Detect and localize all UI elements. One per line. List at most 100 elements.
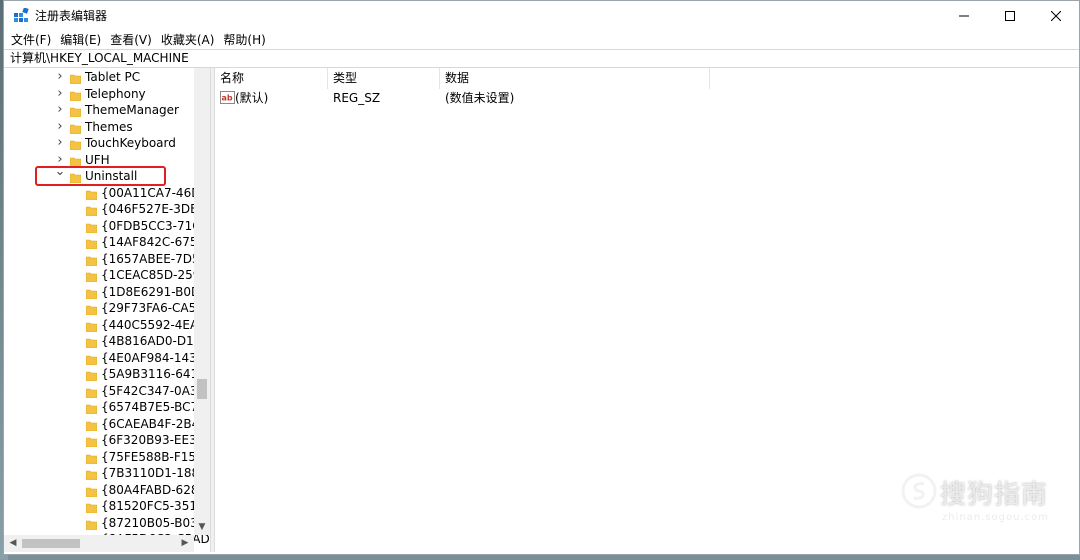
tree-subkey-item[interactable]: {1657ABEE-7D56- (4, 251, 210, 268)
tree-subkey-label: {6CAEAB4F-2B43 (101, 416, 207, 431)
folder-icon (85, 353, 98, 365)
folder-icon (69, 155, 82, 167)
scroll-right-arrow-icon[interactable]: ▶ (178, 536, 192, 550)
column-header-name[interactable]: 名称 (215, 68, 328, 89)
value-name: (默认) (235, 91, 269, 105)
menu-edit[interactable]: 编辑(E) (60, 31, 101, 48)
minimize-icon (959, 15, 969, 16)
tree-item[interactable]: › Telephony (4, 86, 194, 103)
tree-subkey-item[interactable]: {87210B05-B03F- (4, 515, 209, 532)
folder-icon (85, 452, 98, 464)
folder-icon (85, 254, 98, 266)
tree-vertical-scrollbar[interactable]: ▼ (194, 68, 210, 535)
tree-item-label: Telephony (85, 86, 146, 101)
tree-subkey-item[interactable]: {80A4FABD-6281 (4, 482, 206, 499)
menu-bar: 文件(F) 编辑(E) 查看(V) 收藏夹(A) 帮助(H) (4, 30, 1079, 49)
folder-icon (85, 270, 98, 283)
tree-subkey-item[interactable]: {0FDB5CC3-71C0 (4, 218, 208, 235)
tree-subkey-item[interactable]: {5A9B3116-6412- (4, 366, 210, 383)
key-tree-pane[interactable]: › Tablet PC › Telephony › ThemeManager › Themes… (4, 68, 210, 552)
maximize-button[interactable] (987, 1, 1033, 30)
menu-view[interactable]: 查看(V) (110, 31, 152, 48)
tree-subkey-item[interactable]: {4E0AF984-1437- (4, 350, 209, 367)
folder-icon (85, 188, 98, 200)
tree-subkey-label: {4E0AF984-1437- (101, 350, 209, 365)
tree-subkey-item[interactable]: {6F320B93-EE3C- (4, 432, 209, 449)
chevron-right-icon[interactable]: › (55, 69, 65, 85)
watermark: 搜狗指南 zhinan.sogou.com (900, 472, 1060, 532)
registry-editor-icon (13, 6, 29, 24)
tree-horizontal-scrollbar[interactable]: ◀ ▶ (4, 535, 194, 552)
folder-icon (85, 204, 98, 217)
folder-icon (69, 122, 82, 134)
tree-item[interactable]: › Themes (4, 119, 194, 136)
minimize-button[interactable] (941, 1, 987, 30)
chevron-right-icon[interactable]: › (55, 102, 65, 118)
column-header-data[interactable]: 数据 (440, 68, 710, 89)
chevron-right-icon[interactable]: › (55, 86, 65, 102)
column-header-type[interactable]: 类型 (328, 68, 440, 89)
tree-subkey-label: {87210B05-B03F- (101, 515, 209, 530)
tree-subkey-item[interactable]: {440C5592-4EA5- (4, 317, 210, 334)
folder-icon (85, 518, 98, 530)
string-value-icon: ab (220, 91, 235, 104)
tree-subkey-item[interactable]: {6CAEAB4F-2B43 (4, 416, 207, 433)
close-icon (1051, 10, 1061, 21)
value-type: REG_SZ (333, 91, 381, 105)
folder-icon (85, 287, 98, 299)
tree-subkey-item[interactable]: {5F42C347-0A33- (4, 383, 210, 400)
folder-icon (85, 501, 98, 514)
folder-icon (85, 369, 98, 382)
scroll-down-arrow-icon[interactable]: ▼ (195, 520, 209, 534)
chevron-right-icon[interactable]: › (55, 135, 65, 151)
tree-subkey-label: {0FDB5CC3-71C0 (101, 218, 209, 233)
tree-subkey-item[interactable]: {81520FC5-3518- (4, 498, 209, 515)
tree-subkey-item[interactable]: {4B816AD0-D12B (4, 333, 210, 350)
title-bar: 注册表编辑器 (4, 1, 1079, 30)
tree-subkey-item[interactable]: {7B3110D1-1884- (4, 465, 210, 482)
value-data: (数值未设置) (445, 91, 515, 105)
folder-icon (85, 419, 98, 431)
watermark-url: zhinan.sogou.com (942, 512, 1050, 523)
key-tree: › Tablet PC › Telephony › ThemeManager › Themes… (4, 69, 210, 548)
menu-file[interactable]: 文件(F) (11, 31, 51, 48)
tree-subkey-item[interactable]: {75FE588B-F158- (4, 449, 208, 466)
tree-item-label: Themes (85, 119, 133, 134)
close-button[interactable] (1033, 1, 1079, 30)
tree-subkey-item[interactable]: {1CEAC85D-2590 (4, 267, 208, 284)
tree-vertical-scroll-thumb[interactable] (197, 379, 207, 399)
tree-subkey-item[interactable]: {29F73FA6-CA54- (4, 300, 208, 317)
tree-subkey-label: {1D8E6291-B0D5 (101, 284, 208, 299)
folder-icon (85, 468, 98, 481)
tree-subkey-label: {1CEAC85D-2590 (101, 268, 208, 282)
folder-icon (85, 402, 98, 415)
folder-icon (69, 138, 82, 151)
folder-icon (85, 485, 98, 497)
tree-item-label: TouchKeyboard (85, 136, 176, 150)
tree-subkey-label: {00A11CA7-46D0 (101, 185, 209, 200)
tree-item-label: ThemeManager (85, 103, 179, 117)
folder-icon (85, 435, 98, 448)
tree-subkey-label: {81520FC5-3518- (101, 499, 209, 513)
address-bar[interactable]: 计算机\HKEY_LOCAL_MACHINE (4, 49, 1079, 68)
folder-icon (85, 336, 98, 349)
tree-horizontal-scroll-thumb[interactable] (22, 539, 80, 548)
menu-help[interactable]: 帮助(H) (223, 31, 265, 48)
tree-subkey-item[interactable]: {6574B7E5-BC77- (4, 399, 210, 416)
scroll-left-arrow-icon[interactable]: ◀ (6, 536, 20, 550)
menu-favorites[interactable]: 收藏夹(A) (161, 31, 215, 48)
tree-item[interactable]: › TouchKeyboard (4, 135, 194, 152)
tree-subkey-item[interactable]: {046F527E-3DE6- (4, 201, 210, 218)
tree-item[interactable]: › ThemeManager (4, 102, 194, 119)
tree-subkey-item[interactable]: {14AF842C-675E- (4, 234, 209, 251)
svg-text:ab: ab (222, 94, 233, 103)
tree-subkey-item[interactable]: {00A11CA7-46D0 (4, 185, 208, 202)
list-header: 名称 类型 数据 (215, 68, 1079, 89)
chevron-right-icon[interactable]: › (55, 119, 65, 135)
folder-icon (85, 386, 98, 398)
tree-item[interactable]: › Tablet PC (4, 69, 194, 86)
folder-icon (85, 303, 98, 316)
folder-icon (85, 237, 98, 250)
value-row[interactable]: ab (默认) REG_SZ (数值未设置) (215, 89, 1079, 108)
tree-subkey-item[interactable]: {1D8E6291-B0D5 (4, 284, 208, 301)
